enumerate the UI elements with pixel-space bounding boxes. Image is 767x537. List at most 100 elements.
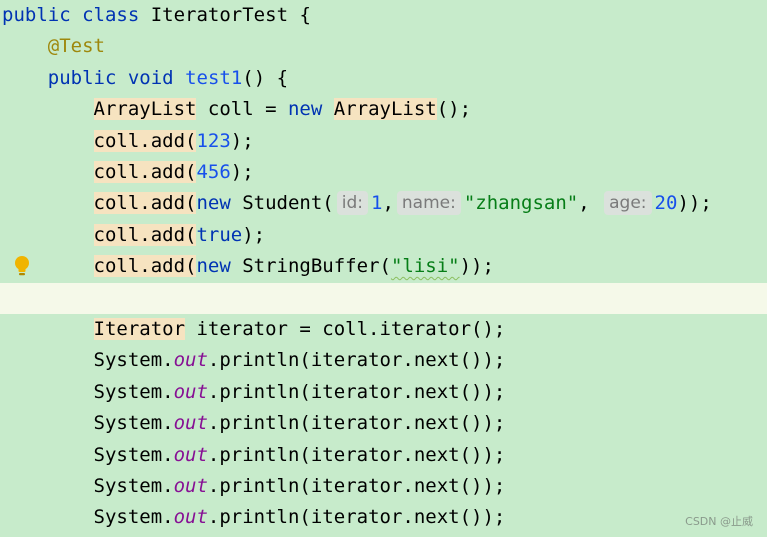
code-token: System. [93,349,174,372]
code-text: ArrayList coll = new ArrayList(); [2,94,471,125]
code-token: .println(iterator.next()); [207,412,506,435]
code-token: out [173,506,208,529]
code-token: out [173,443,208,466]
code-line[interactable]: ArrayList coll = new ArrayList(); [0,94,767,125]
code-token: System. [93,506,174,529]
current-line[interactable] [0,282,767,314]
code-token: coll.add( [93,129,197,152]
code-token: () { [242,66,289,89]
code-text: System.out.println(iterator.next()); [2,502,506,533]
code-token: .println(iterator.next()); [207,443,506,466]
code-token: new [196,192,231,215]
code-text: Iterator iterator = coll.iterator(); [2,314,505,345]
code-line[interactable]: System.out.println(iterator.next()); [0,440,767,471]
code-token: ); [230,161,254,183]
code-line[interactable]: System.out.println(iterator.next()); [0,408,767,439]
code-token: )); [677,192,712,215]
code-token: ArrayList [93,98,197,121]
code-token: "lisi" [390,255,460,278]
code-text: System.out.println(iterator.next()); [2,471,506,502]
code-line[interactable]: @Test [0,31,767,62]
code-token: new [287,98,323,121]
code-text: coll.add(new Student(id: 1, name: "zhangsan… [2,188,712,219]
code-token: System. [93,412,174,435]
code-line[interactable]: coll.add(new Student(id: 1, name: "zhangsan… [0,188,767,219]
code-text: System.out.println(iterator.next()); [2,440,506,471]
code-token: (); [436,98,472,121]
code-line[interactable]: System.out.println(iterator.next()); [0,502,767,533]
code-token: System. [93,475,174,497]
code-token: IteratorTest { [139,4,311,26]
code-token: , [382,192,394,215]
code-token: 20 [654,192,678,215]
code-line[interactable]: coll.add(true); [0,220,767,251]
code-line[interactable]: System.out.println(iterator.next()); [0,471,767,502]
code-token: new [196,255,231,278]
code-token: .println(iterator.next()); [207,349,506,372]
code-token: )); [459,255,494,278]
code-token: test1 [185,66,243,89]
lightbulb-icon[interactable] [14,255,30,277]
code-text: coll.add(new StringBuffer("lisi")); [2,251,494,282]
code-token: ); [230,129,254,152]
code-token: .println(iterator.next()); [207,380,506,403]
code-token: @Test [47,35,105,58]
code-line[interactable]: System.out.println(iterator.next()); [0,345,767,376]
code-token: coll = [196,98,288,121]
code-text: System.out.println(iterator.next()); [2,377,506,408]
code-line[interactable]: coll.add(123); [0,126,767,157]
code-token: .println(iterator.next()); [207,475,506,497]
code-token: .println(iterator.next()); [207,506,506,529]
code-text: @Test [2,31,105,62]
code-token: , [578,192,602,215]
code-token: 456 [196,161,231,183]
code-token: "zhangsan" [463,192,579,215]
code-line[interactable]: Iterator iterator = coll.iterator(); [0,314,767,345]
code-token: 123 [196,129,231,152]
code-token: out [173,349,208,372]
code-text: System.out.println(iterator.next()); [2,345,506,376]
code-token: System. [93,443,174,466]
code-text: public class IteratorTest { [2,0,311,31]
code-token: ArrayList [333,98,437,121]
code-token: coll.add( [93,192,197,215]
code-line[interactable]: public void test1() { [0,63,767,94]
code-line[interactable]: coll.add(456); [0,157,767,188]
code-token: void [127,66,174,89]
code-token: ); [242,223,266,246]
code-token: System. [93,380,174,403]
code-token: 1 [371,192,383,215]
watermark: CSDN @止威 [685,515,753,528]
code-token: true [196,223,243,246]
code-token: iterator = coll.iterator(); [185,318,506,340]
code-line[interactable]: coll.add(new StringBuffer("lisi")); [0,251,767,282]
code-line[interactable]: System.out.println(iterator.next()); [0,377,767,408]
code-text: System.out.println(iterator.next()); [2,408,506,439]
code-text: coll.add(123); [2,126,254,157]
code-token: out [173,380,208,403]
code-token: coll.add( [93,223,197,246]
code-token: public [2,4,71,26]
code-line[interactable]: public class IteratorTest { [0,0,767,31]
parameter-hint: age: [604,191,652,216]
code-token: coll.add( [93,255,197,278]
code-token: out [173,412,208,435]
code-token: coll.add( [93,161,197,183]
parameter-hint: id: [336,191,368,216]
code-token: Iterator [93,318,186,340]
